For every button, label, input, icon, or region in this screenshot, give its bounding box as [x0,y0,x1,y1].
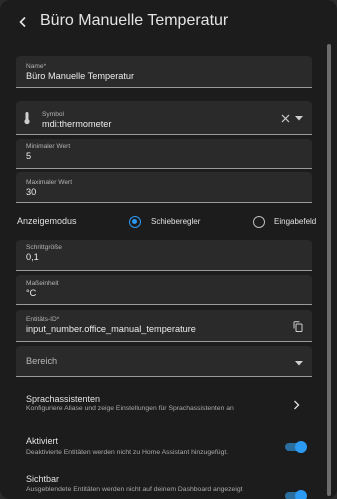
entity-id-label: Entitäts-ID* [26,316,60,323]
radio-input-field-label[interactable]: Eingabefeld [274,217,316,226]
page-title: Büro Manuelle Temperatur [40,12,229,29]
chevron-left-icon [19,16,26,28]
radio-slider-label[interactable]: Schieberegler [151,217,200,226]
visible-toggle[interactable] [285,490,307,499]
step-field-label: Schrittgröße [26,244,62,251]
min-value-label: Minimaler Wert [26,143,71,150]
visible-subtitle: Ausgeblendete Entitäten werden nicht auf… [26,486,243,493]
thermometer-icon [20,110,34,126]
unit-field-label: Maßeinheit [26,280,59,287]
enabled-subtitle: Deaktivierte Entitäten werden nicht zu H… [26,449,229,456]
back-button[interactable] [12,11,34,33]
min-value-input[interactable]: 5 [26,151,31,161]
symbol-field[interactable]: Symbol mdi:thermometer [16,101,312,135]
max-value-input[interactable]: 30 [26,187,36,197]
voice-assistants-row[interactable]: Sprachassistenten Konfiguriere Aliase un… [16,388,316,418]
dropdown-arrow-icon[interactable] [294,113,304,123]
chevron-right-icon [293,397,303,410]
voice-assistants-title: Sprachassistenten [26,394,101,404]
voice-assistants-subtitle: Konfiguriere Aliase und zeige Einstellun… [26,405,234,412]
visible-title: Sichtbar [26,474,60,484]
dropdown-arrow-icon[interactable] [294,358,304,368]
enabled-title: Aktiviert [26,436,59,446]
unit-field[interactable]: Maßeinheit °C [16,275,312,305]
enabled-toggle[interactable] [285,441,307,453]
entity-id-value[interactable]: input_number.office_manual_temperature [26,324,196,334]
radio-slider[interactable] [129,216,141,228]
symbol-field-label: Symbol [42,111,64,118]
symbol-field-value[interactable]: mdi:thermometer [42,119,111,129]
dialog-header: Büro Manuelle Temperatur [0,0,337,44]
step-field[interactable]: Schrittgröße 0,1 [16,240,312,271]
step-field-value[interactable]: 0,1 [26,252,39,262]
name-field-value[interactable]: Büro Manuelle Temperatur [26,71,134,81]
max-value-field[interactable]: Maximaler Wert 30 [16,172,312,203]
clear-icon[interactable] [279,112,291,124]
entity-settings-dialog: Büro Manuelle Temperatur Name* Büro Manu… [0,0,337,499]
unit-field-value[interactable]: °C [26,288,36,298]
name-field[interactable]: Name* Büro Manuelle Temperatur [16,56,312,88]
copy-icon[interactable] [292,319,304,333]
scrollbar-thumb[interactable] [327,44,331,496]
area-select-placeholder: Bereich [26,356,58,366]
radio-input-field[interactable] [253,216,265,228]
area-select[interactable]: Bereich [16,346,312,377]
max-value-label: Maximaler Wert [26,179,73,186]
min-value-field[interactable]: Minimaler Wert 5 [16,139,312,169]
entity-id-field[interactable]: Entitäts-ID* input_number.office_manual_… [16,310,312,342]
name-field-label: Name* [26,63,47,70]
display-mode-label: Anzeigemodus [17,216,77,226]
